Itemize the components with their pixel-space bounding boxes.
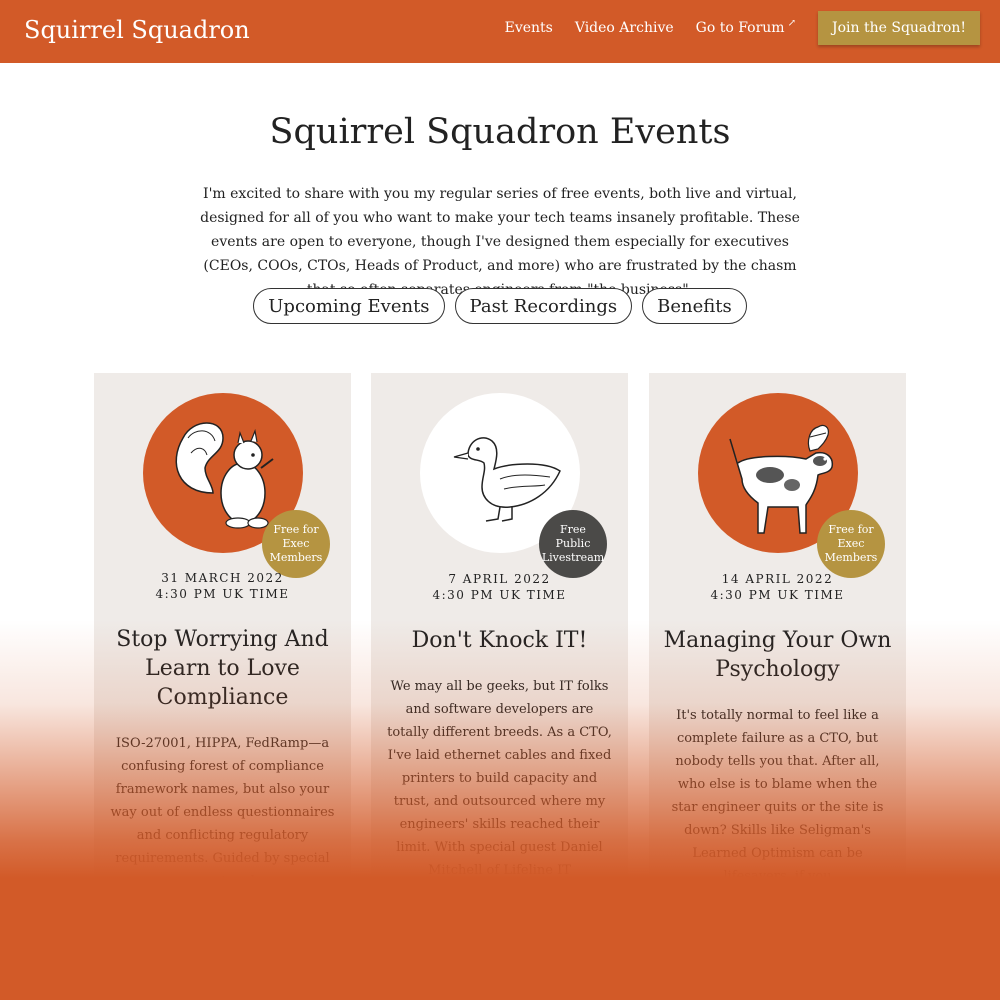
top-navbar: Squirrel Squadron Events Video Archive G…	[0, 0, 1000, 63]
main-nav: Events Video Archive Go to Forum ↗ Join t…	[505, 11, 980, 45]
badge-line: Free	[560, 523, 586, 536]
event-date: 31 MARCH 2022	[161, 571, 284, 585]
badge-exec-members: Free for Exec Members	[262, 510, 330, 578]
badge-line: Free for	[828, 523, 874, 536]
badge-line: Members	[269, 551, 323, 564]
page-title: Squirrel Squadron Events	[269, 112, 731, 152]
event-description: ISO-27001, HIPPA, FedRamp—a confusing fo…	[110, 736, 335, 889]
upcoming-events-pill[interactable]: Upcoming Events	[253, 288, 445, 324]
event-description: We may all be geeks, but IT folks and so…	[387, 679, 612, 878]
intro-paragraph: I'm excited to share with you my regular…	[200, 186, 800, 298]
external-link-icon: ↗	[787, 17, 796, 29]
event-time: 4:30 PM UK TIME	[155, 587, 290, 601]
event-card[interactable]: Free for Exec Members 31 MARCH 2022 4:30…	[94, 373, 351, 893]
nav-forum-link[interactable]: Go to Forum ↗	[695, 17, 796, 37]
badge-line: Livestream	[541, 551, 605, 564]
event-title[interactable]: Stop Worrying And Learn to Love Complian…	[108, 625, 337, 712]
badge-exec-members: Free for Exec Members	[817, 510, 885, 578]
event-description: It's totally normal to feel like a compl…	[671, 708, 884, 884]
event-time: 4:30 PM UK TIME	[432, 588, 567, 602]
nav-video-archive-label: Video Archive	[574, 20, 674, 36]
badge-public-livestream: Free Public Livestream	[539, 510, 607, 578]
event-title[interactable]: Don't Knock IT!	[385, 626, 614, 655]
badge-line: Exec	[837, 537, 865, 550]
badge-line: Exec	[282, 537, 310, 550]
event-date: 14 APRIL 2022	[721, 572, 834, 586]
nav-events-label: Events	[504, 20, 553, 36]
past-recordings-pill[interactable]: Past Recordings	[454, 288, 633, 324]
benefits-pill[interactable]: Benefits	[642, 288, 747, 324]
event-time: 4:30 PM UK TIME	[710, 588, 845, 602]
event-card[interactable]: Free for Exec Members 14 APRIL 2022 4:30…	[649, 373, 906, 893]
join-squadron-button[interactable]: Join the Squadron!	[817, 11, 980, 45]
event-date: 7 APRIL 2022	[448, 572, 551, 586]
nav-video-archive-link[interactable]: Video Archive	[575, 20, 674, 36]
brand-logo-text[interactable]: Squirrel Squadron	[24, 16, 250, 44]
nav-events-link[interactable]: Events	[505, 20, 553, 36]
event-card[interactable]: Free Public Livestream 7 APRIL 2022 4:30…	[371, 373, 628, 893]
badge-line: Members	[824, 551, 878, 564]
badge-line: Free for	[273, 523, 319, 536]
badge-line: Public	[555, 537, 591, 550]
nav-forum-label: Go to Forum	[695, 20, 785, 36]
section-pills: Upcoming Events Past Recordings Benefits	[0, 288, 1000, 324]
event-title[interactable]: Managing Your Own Psychology	[663, 626, 892, 684]
